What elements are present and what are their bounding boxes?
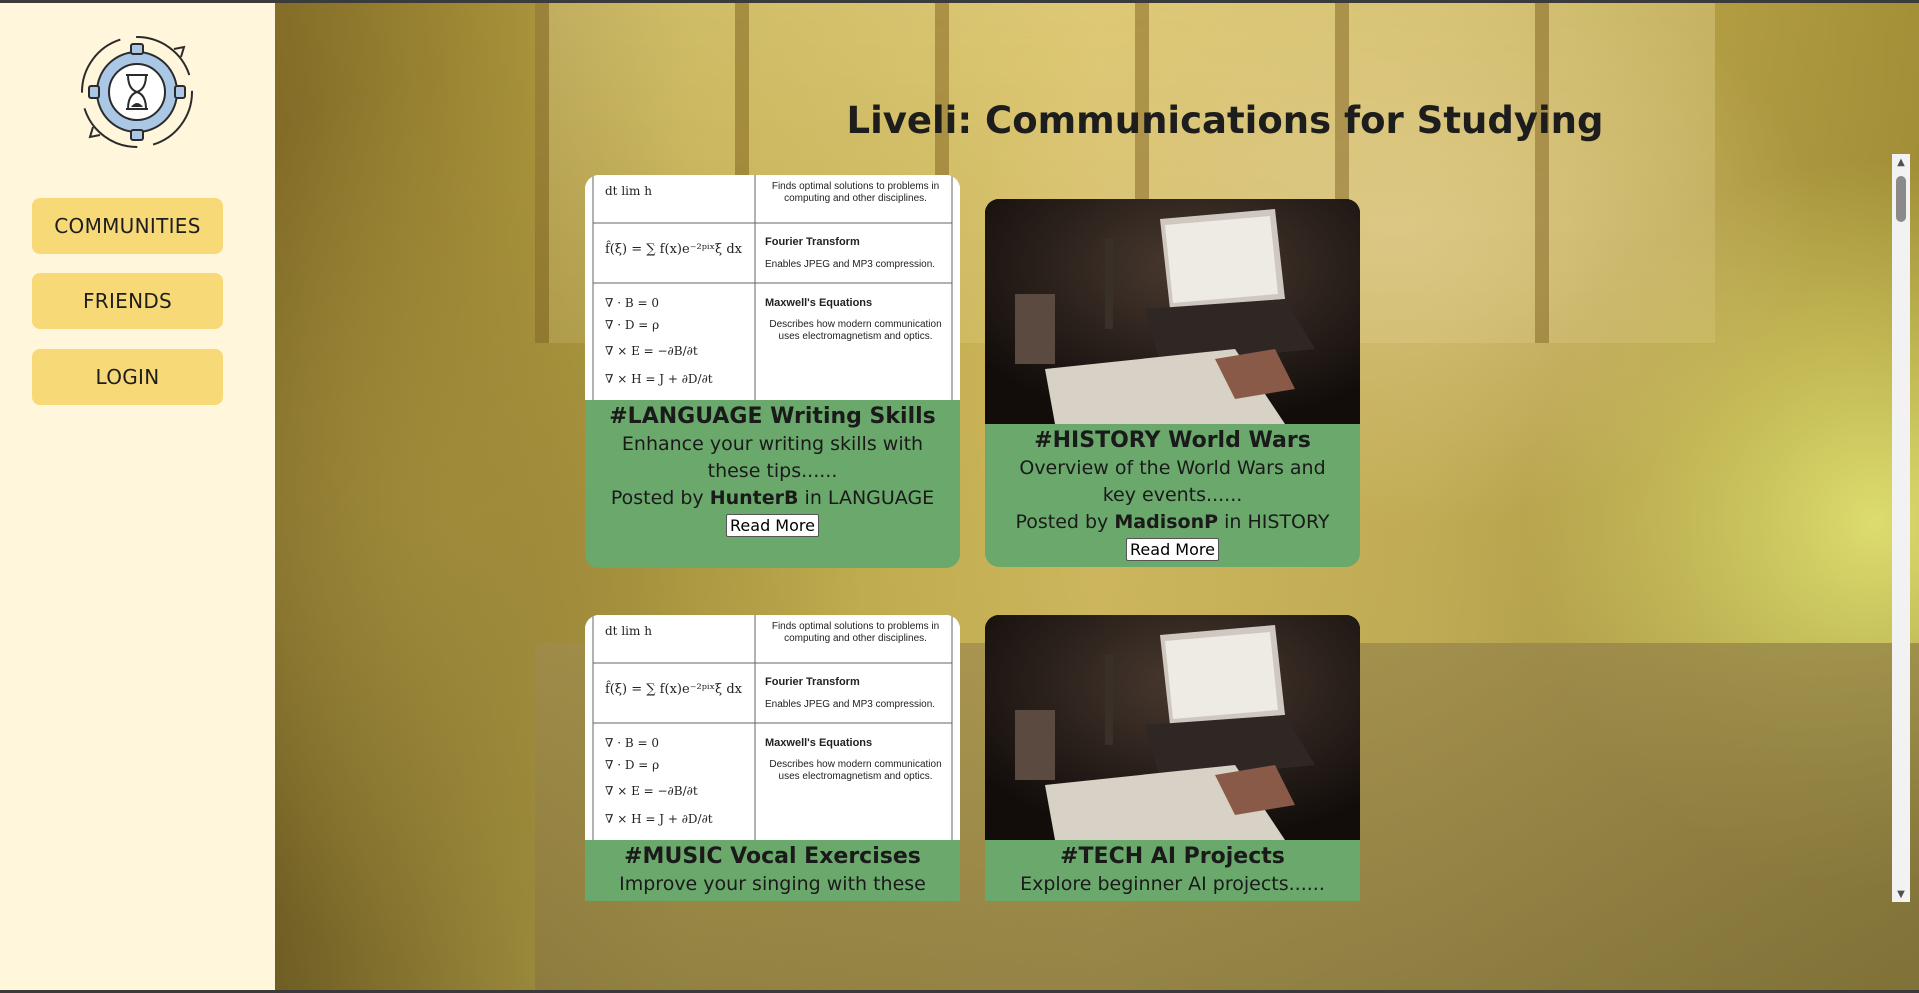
post-title: #MUSIC Vocal Exercises — [624, 844, 921, 869]
svg-text:∇ × H = J + ∂D/∂t: ∇ × H = J + ∂D/∂t — [605, 372, 713, 386]
post-community[interactable]: HISTORY — [1247, 511, 1329, 533]
laptop-desk-thumbnail — [985, 199, 1360, 424]
post-description: Enhance your writing skills with these t… — [621, 433, 924, 482]
svg-text:∇ · D = ρ: ∇ · D = ρ — [605, 758, 659, 772]
hourglass-gear-icon — [81, 36, 193, 148]
post-description: Explore beginner AI projects...... — [1020, 873, 1325, 895]
post-author[interactable]: HunterB — [710, 487, 799, 509]
equations-thumbnail: dt lim h f̂(ξ) = ∑ f(x)e⁻²ᵖⁱˣξ dx ∇ · B … — [585, 175, 960, 400]
login-button[interactable]: LOGIN — [32, 349, 223, 405]
sidebar: COMMUNITIES FRIENDS LOGIN — [0, 3, 276, 990]
feed-scrollbar[interactable]: ▲ ▼ — [1892, 154, 1910, 902]
post-card-tech: #TECH AI Projects Explore beginner AI pr… — [985, 615, 1360, 901]
svg-text:f̂(ξ) = ∑ f(x)e⁻²ᵖⁱˣξ dx: f̂(ξ) = ∑ f(x)e⁻²ᵖⁱˣξ dx — [605, 240, 743, 257]
svg-text:Enables JPEG and MP3 compressi: Enables JPEG and MP3 compression. — [765, 699, 935, 710]
post-card-history: #HISTORY World Wars Overview of the Worl… — [985, 199, 1360, 567]
svg-text:Fourier Transform: Fourier Transform — [765, 236, 860, 248]
svg-text:dt lim h: dt lim h — [605, 184, 652, 198]
laptop-desk-thumbnail — [985, 615, 1360, 840]
svg-text:∇ × E = −∂B/∂t: ∇ × E = −∂B/∂t — [605, 344, 698, 358]
friends-button[interactable]: FRIENDS — [32, 273, 223, 329]
post-card-music: dt lim h f̂(ξ) = ∑ f(x)e⁻²ᵖⁱˣξ dx ∇ · B … — [585, 615, 960, 901]
svg-text:Enables JPEG and MP3 compressi: Enables JPEG and MP3 compression. — [765, 259, 935, 270]
svg-text:∇ × E = −∂B/∂t: ∇ × E = −∂B/∂t — [605, 784, 698, 798]
equations-thumbnail: dt lim h f̂(ξ) = ∑ f(x)e⁻²ᵖⁱˣξ dx ∇ · B … — [585, 615, 960, 840]
scroll-down-arrow-icon[interactable]: ▼ — [1892, 886, 1910, 902]
post-feed[interactable]: dt lim h f̂(ξ) = ∑ f(x)e⁻²ᵖⁱˣξ dx ∇ · B … — [585, 151, 1615, 901]
read-more-button[interactable]: Read More — [726, 514, 819, 537]
post-title: #TECH AI Projects — [1060, 844, 1285, 869]
main-content: Liveli: Communications for Studying dt l… — [275, 3, 1919, 990]
page-title: Liveli: Communications for Studying — [846, 99, 1604, 142]
svg-text:dt lim h: dt lim h — [605, 624, 652, 638]
scroll-up-arrow-icon[interactable]: ▲ — [1892, 154, 1910, 170]
svg-text:Maxwell's Equations: Maxwell's Equations — [765, 737, 872, 749]
read-more-button[interactable]: Read More — [1126, 538, 1219, 561]
svg-text:f̂(ξ) = ∑ f(x)e⁻²ᵖⁱˣξ dx: f̂(ξ) = ∑ f(x)e⁻²ᵖⁱˣξ dx — [605, 680, 743, 697]
post-title: #LANGUAGE Writing Skills — [609, 404, 936, 429]
post-title: #HISTORY World Wars — [1034, 428, 1311, 453]
svg-text:Fourier Transform: Fourier Transform — [765, 676, 860, 688]
post-author[interactable]: MadisonP — [1114, 511, 1218, 533]
post-description: Overview of the World Wars and key event… — [1019, 457, 1326, 506]
post-community[interactable]: LANGUAGE — [828, 487, 934, 509]
post-card-language: dt lim h f̂(ξ) = ∑ f(x)e⁻²ᵖⁱˣξ dx ∇ · B … — [585, 175, 960, 568]
scroll-thumb[interactable] — [1896, 176, 1906, 222]
svg-text:Maxwell's Equations: Maxwell's Equations — [765, 297, 872, 309]
post-description: Improve your singing with these — [619, 873, 926, 895]
svg-text:∇ · B = 0: ∇ · B = 0 — [605, 736, 659, 750]
post-meta: Posted by MadisonP in HISTORY — [1015, 511, 1330, 533]
svg-text:∇ × H = J + ∂D/∂t: ∇ × H = J + ∂D/∂t — [605, 812, 713, 826]
svg-text:∇ · B = 0: ∇ · B = 0 — [605, 296, 659, 310]
communities-button[interactable]: COMMUNITIES — [32, 198, 223, 254]
post-meta: Posted by HunterB in LANGUAGE — [610, 487, 935, 509]
svg-text:∇ · D = ρ: ∇ · D = ρ — [605, 318, 659, 332]
